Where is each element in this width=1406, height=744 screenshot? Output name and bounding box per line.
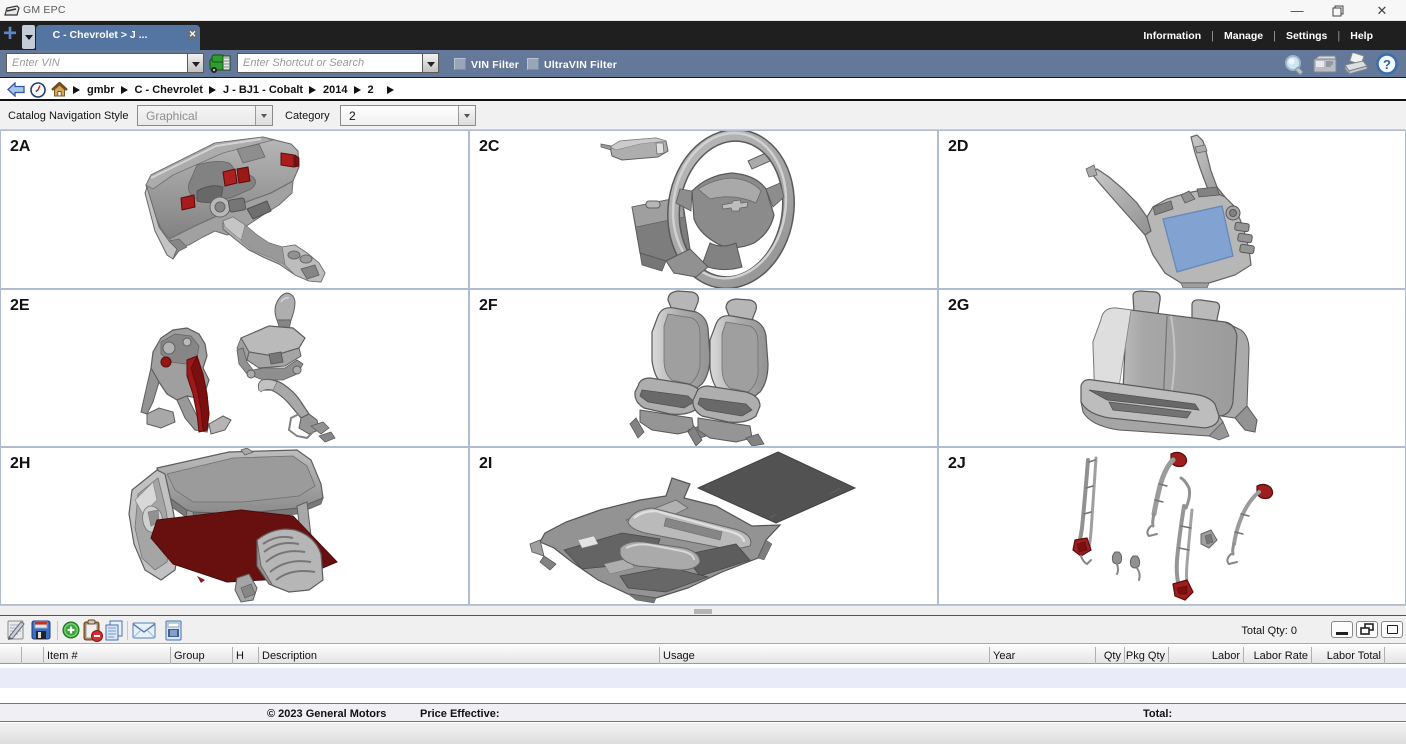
svg-text:?: ? [1383,57,1391,72]
